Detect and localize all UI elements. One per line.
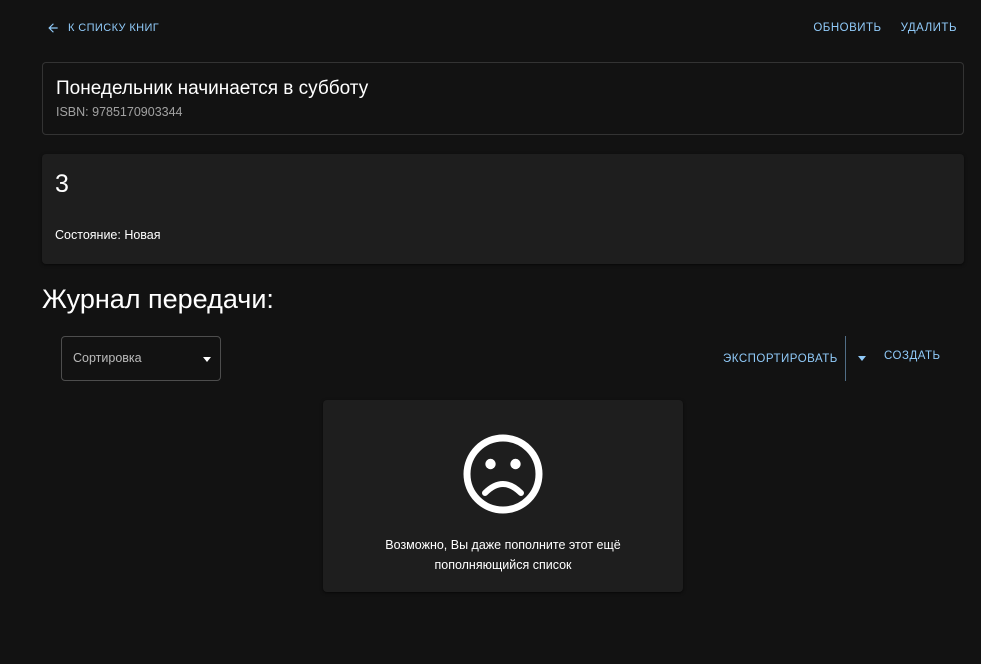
empty-state-message: Возможно, Вы даже пополните этот ещё поп…	[323, 535, 683, 575]
create-button[interactable]: СОЗДАТЬ	[878, 350, 947, 362]
dropdown-arrow-icon	[203, 357, 211, 362]
book-isbn: ISBN: 9785170903344	[56, 105, 183, 119]
top-bar: К СПИСКУ КНИГ ОБНОВИТЬ УДАЛИТЬ	[0, 0, 981, 56]
book-info-card: Понедельник начинается в субботу ISBN: 9…	[42, 62, 964, 135]
top-actions: ОБНОВИТЬ УДАЛИТЬ	[813, 20, 957, 36]
empty-state-card: Возможно, Вы даже пополните этот ещё поп…	[323, 400, 683, 592]
export-button-label: ЭКСПОРТИРОВАТЬ	[723, 352, 838, 365]
copy-card: 3 Состояние: Новая	[42, 154, 964, 264]
copy-number: 3	[55, 170, 69, 198]
sort-select[interactable]: Сортировка	[61, 336, 221, 381]
export-split-button: ЭКСПОРТИРОВАТЬ	[716, 336, 878, 381]
chevron-down-icon	[857, 356, 866, 361]
sad-face-icon	[462, 433, 544, 515]
arrow-left-icon	[46, 21, 60, 35]
export-button[interactable]: ЭКСПОРТИРОВАТЬ	[716, 336, 845, 381]
delete-button[interactable]: УДАЛИТЬ	[901, 22, 957, 34]
refresh-button[interactable]: ОБНОВИТЬ	[813, 22, 881, 34]
empty-state-line-2: пополняющийся список	[434, 558, 572, 572]
empty-state-line-1: Возможно, Вы даже пополните этот ещё	[385, 538, 621, 552]
copy-state: Состояние: Новая	[55, 228, 161, 242]
journal-heading: Журнал передачи:	[42, 284, 274, 314]
export-options-button[interactable]	[846, 336, 878, 381]
sort-select-label: Сортировка	[73, 351, 142, 365]
book-title: Понедельник начинается в субботу	[56, 78, 369, 99]
back-to-books-link[interactable]: К СПИСКУ КНИГ	[46, 20, 159, 36]
back-link-label: К СПИСКУ КНИГ	[68, 22, 160, 34]
